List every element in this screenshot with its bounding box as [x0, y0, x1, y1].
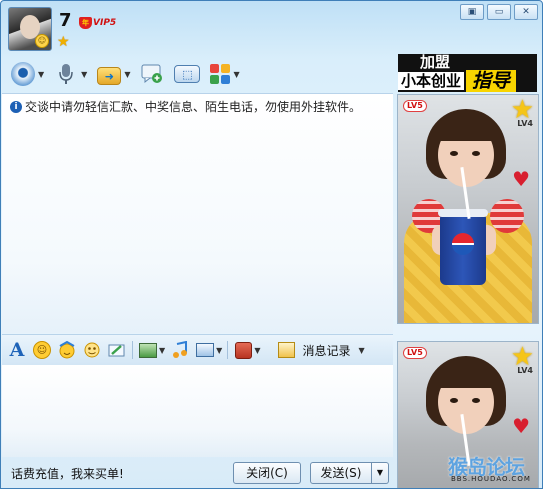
- app-tile-green: [210, 75, 220, 84]
- send-file-icon: ➜: [97, 67, 122, 85]
- security-notice: i 交谈中请勿轻信汇款、中奖信息、陌生电话，勿使用外挂软件。: [10, 98, 361, 115]
- close-button[interactable]: 关闭(C): [233, 462, 301, 484]
- history-icon: [278, 342, 296, 358]
- message-history-button[interactable]: 消息记录 ▼: [278, 342, 365, 359]
- photo-sleeve: [490, 199, 524, 233]
- heart-icon: ♥: [512, 167, 530, 191]
- chevron-down-icon[interactable]: ▼: [254, 346, 260, 355]
- scribble-emoticon-icon: [84, 342, 100, 358]
- settings-menu-button[interactable]: ▣: [460, 4, 484, 20]
- apps-button[interactable]: ▼: [210, 61, 240, 87]
- emoticon-button[interactable]: ☺: [32, 340, 52, 360]
- voice-call-button[interactable]: ▼: [54, 61, 87, 87]
- contact-show-photo[interactable]: ♥ LV5 ★ LV4: [397, 94, 539, 324]
- ad-line-2: 小本创业 指导: [398, 70, 537, 92]
- screen-share-icon: ⬚: [174, 65, 201, 83]
- apps-icon: [210, 64, 231, 84]
- vip-level-label: VIP5: [93, 18, 117, 28]
- vip-shield-icon: 年: [79, 17, 92, 29]
- status-smile-icon: ☺: [35, 34, 49, 48]
- sms-button[interactable]: [140, 61, 164, 87]
- contact-name: 7: [59, 10, 72, 31]
- message-history-pane[interactable]: i 交谈中请勿轻信汇款、中奖信息、陌生电话，勿使用外挂软件。: [2, 93, 393, 333]
- send-options-dropdown[interactable]: ▼: [372, 462, 389, 484]
- send-file-button[interactable]: ➜ ▼: [97, 61, 130, 87]
- photo-bangs: [434, 362, 498, 388]
- photo-eye: [450, 398, 458, 403]
- cup-logo: [452, 233, 474, 255]
- send-image-button[interactable]: [138, 340, 158, 360]
- level-star-label: LV4: [517, 119, 533, 128]
- contact-avatar[interactable]: ☺: [8, 7, 52, 51]
- video-call-button[interactable]: ▼: [11, 61, 44, 87]
- toolbar-divider: [132, 341, 133, 359]
- level-badge: LV5: [403, 100, 427, 112]
- format-toolbar: A ☺ ▼ ▼ ▼ 消息记录 ▼: [2, 334, 393, 366]
- photo-bangs: [434, 115, 498, 141]
- heart-icon: ♥: [512, 414, 530, 438]
- pencil-icon: [108, 344, 125, 357]
- scribble-button[interactable]: [107, 340, 127, 360]
- chevron-down-icon[interactable]: ▼: [233, 70, 239, 79]
- main-toolbar: ▼ ▼ ➜ ▼ ⬚ ▼: [1, 57, 393, 91]
- recharge-ad-link[interactable]: 话费充值，我来买单!: [11, 465, 233, 482]
- minimize-button[interactable]: ▭: [487, 4, 511, 20]
- star-icon[interactable]: ★: [57, 35, 71, 49]
- scribble-emoticon-button[interactable]: [82, 340, 102, 360]
- app-tile-blue: [221, 75, 231, 84]
- microphone-icon: [54, 62, 78, 86]
- emoticon-icon: ☺: [33, 341, 51, 359]
- chevron-down-icon[interactable]: ▼: [38, 70, 44, 79]
- screenshot-button[interactable]: [195, 340, 215, 360]
- close-window-button[interactable]: ✕: [514, 4, 538, 20]
- image-icon: [139, 342, 157, 358]
- gift-icon: [234, 341, 252, 359]
- music-note-icon: [173, 341, 188, 358]
- app-tile-yellow: [221, 64, 231, 73]
- toolbar-divider: [227, 341, 229, 359]
- security-notice-text: 交谈中请勿轻信汇款、中奖信息、陌生电话，勿使用外挂软件。: [25, 100, 362, 114]
- photo-eye: [472, 398, 480, 403]
- app-tile-red: [210, 64, 220, 73]
- magic-emoticon-button[interactable]: [57, 340, 77, 360]
- photo-eye: [450, 151, 458, 156]
- history-label: 消息记录: [302, 343, 351, 358]
- send-button-group: 发送(S) ▼: [310, 462, 389, 484]
- screen-share-button[interactable]: ⬚: [174, 61, 201, 87]
- chevron-down-icon[interactable]: ▼: [124, 70, 130, 79]
- level-badge: LV5: [403, 347, 427, 359]
- chat-window: ☺ 7 年 VIP5 ★ ▣ ▭ ✕ ▼ ▼ ➜ ▼ ⬚ ▼ 加盟 小本创业 指…: [0, 0, 543, 489]
- chevron-down-icon[interactable]: ▼: [159, 346, 165, 355]
- music-button[interactable]: [170, 340, 190, 360]
- chevron-down-icon[interactable]: ▼: [216, 346, 222, 355]
- font-icon[interactable]: A: [7, 339, 27, 361]
- camera-icon: [11, 62, 35, 86]
- ad-banner[interactable]: 加盟 小本创业 指导: [398, 54, 537, 92]
- photo-cup: [438, 209, 488, 285]
- photo-eye: [472, 151, 480, 156]
- chevron-down-icon[interactable]: ▼: [81, 70, 87, 79]
- message-icon: [140, 62, 164, 86]
- watermark-url: BBS.HOUDAO.COM: [451, 475, 531, 483]
- bottom-bar: 话费充值，我来买单! 关闭(C) 发送(S) ▼: [2, 458, 393, 488]
- send-button[interactable]: 发送(S): [310, 462, 372, 484]
- ad-line-1: 加盟: [420, 54, 451, 71]
- message-input[interactable]: [2, 365, 393, 457]
- ad-line-2-highlight: 指导: [466, 70, 517, 92]
- cup-lid: [438, 209, 488, 217]
- window-controls: ▣ ▭ ✕: [460, 4, 538, 20]
- gift-button[interactable]: [233, 340, 253, 360]
- magic-emoticon-icon: [59, 341, 75, 359]
- screenshot-icon: [196, 343, 215, 357]
- ad-line-2-text: 小本创业: [398, 72, 465, 90]
- info-shield-icon: i: [10, 100, 22, 113]
- level-star-label: LV4: [517, 366, 533, 375]
- vip-badge[interactable]: 年 VIP5: [79, 16, 116, 30]
- chevron-down-icon[interactable]: ▼: [358, 346, 364, 355]
